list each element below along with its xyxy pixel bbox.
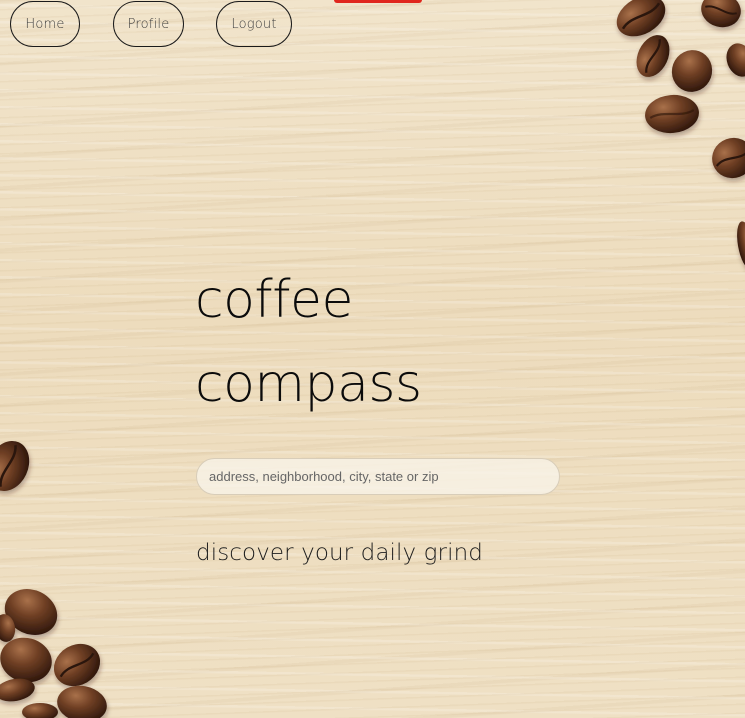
app-title-line1: coffee (195, 270, 354, 330)
search-box (196, 458, 560, 495)
app-title: coffee compass (195, 258, 422, 426)
tagline: discover your daily grind (196, 540, 483, 566)
top-navigation: Home Profile Logout (0, 0, 745, 52)
hero-section: coffee compass (195, 258, 422, 426)
location-search-input[interactable] (197, 459, 559, 494)
app-title-line2: compass (195, 354, 422, 414)
logout-button[interactable]: Logout (216, 1, 292, 47)
profile-button[interactable]: Profile (113, 1, 184, 47)
home-button[interactable]: Home (10, 1, 80, 47)
